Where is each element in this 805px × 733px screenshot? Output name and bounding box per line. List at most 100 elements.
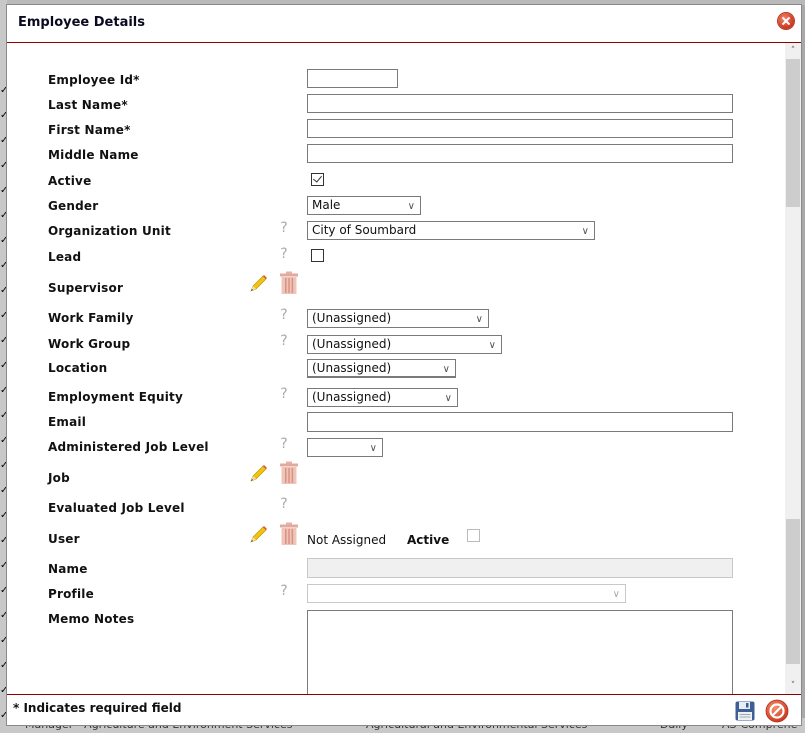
cancel-icon[interactable] — [765, 699, 789, 723]
organization-unit-label: Organization Unit — [48, 224, 171, 238]
name-input[interactable] — [307, 558, 733, 578]
row-administered-job-level: Administered Job Level ? ∨ — [7, 433, 787, 457]
name-label: Name — [48, 562, 88, 576]
user-status: Not Assigned — [307, 533, 387, 547]
organization-unit-value: City of Soumbard — [312, 223, 417, 237]
active-checkbox[interactable] — [311, 173, 324, 186]
chevron-down-icon: ∨ — [407, 201, 415, 212]
row-employment-equity: Employment Equity ? (Unassigned) ∨ — [7, 383, 787, 407]
last-name-input[interactable] — [307, 94, 733, 113]
help-icon[interactable]: ? — [278, 246, 290, 262]
middle-name-label: Middle Name — [48, 148, 139, 162]
required-field-note: * Indicates required field — [13, 701, 182, 715]
employee-details-dialog: Employee Details Employee Id* Last Name*… — [6, 4, 802, 726]
active-label: Active — [48, 174, 92, 188]
gender-label: Gender — [48, 199, 99, 213]
chevron-down-icon: ∨ — [488, 340, 496, 351]
first-name-label: First Name* — [48, 123, 131, 137]
first-name-input[interactable] — [307, 119, 733, 138]
profile-select[interactable]: ∨ — [307, 584, 626, 603]
row-first-name: First Name* — [7, 116, 787, 140]
dialog-title: Employee Details — [18, 15, 145, 30]
row-employee-id: Employee Id* — [7, 66, 787, 90]
dialog-title-bar: Employee Details — [7, 5, 801, 43]
location-value: (Unassigned) — [312, 361, 392, 375]
location-label: Location — [48, 361, 108, 375]
row-last-name: Last Name* — [7, 91, 787, 115]
row-middle-name: Middle Name — [7, 141, 787, 165]
middle-name-input[interactable] — [307, 144, 733, 163]
help-icon[interactable]: ? — [278, 307, 290, 323]
help-icon[interactable]: ? — [278, 436, 290, 452]
administered-job-level-select[interactable]: ∨ — [307, 438, 383, 457]
help-icon[interactable]: ? — [278, 583, 290, 599]
email-input[interactable] — [307, 412, 733, 432]
row-name: Name — [7, 555, 787, 579]
help-icon[interactable]: ? — [278, 333, 290, 349]
chevron-down-icon: ∨ — [442, 364, 450, 375]
administered-job-level-label: Administered Job Level — [48, 440, 209, 454]
row-organization-unit: Organization Unit ? City of Soumbard ∨ — [7, 217, 787, 241]
lead-checkbox[interactable] — [311, 249, 324, 262]
close-icon[interactable] — [778, 13, 794, 29]
scrollbar-thumb[interactable] — [786, 519, 800, 664]
memo-notes-textarea[interactable] — [307, 610, 733, 694]
work-family-label: Work Family — [48, 311, 134, 325]
work-group-select[interactable]: (Unassigned) ∨ — [307, 335, 502, 354]
user-label: User — [48, 532, 80, 546]
row-lead: Lead ? — [7, 243, 787, 267]
user-active-label: Active — [407, 533, 450, 547]
user-active-checkbox[interactable] — [467, 529, 480, 542]
row-active: Active — [7, 167, 787, 191]
employment-equity-value: (Unassigned) — [312, 390, 392, 404]
job-label: Job — [48, 471, 70, 485]
scroll-down-icon[interactable]: ˅ — [785, 678, 801, 694]
row-work-family: Work Family ? (Unassigned) ∨ — [7, 304, 787, 328]
row-email: Email — [7, 408, 787, 432]
row-location: Location (Unassigned) ∨ — [7, 355, 787, 379]
chevron-down-icon: ∨ — [369, 443, 377, 454]
help-icon[interactable]: ? — [278, 386, 290, 402]
employee-id-label: Employee Id* — [48, 73, 140, 87]
help-icon[interactable]: ? — [278, 496, 290, 512]
scrollbar-track-upper[interactable] — [786, 59, 800, 207]
work-group-label: Work Group — [48, 337, 131, 351]
row-job: Job — [7, 459, 787, 485]
gender-select[interactable]: Male ∨ — [307, 196, 421, 215]
employee-id-input[interactable] — [307, 69, 398, 88]
trash-icon[interactable] — [279, 522, 299, 546]
employment-equity-select[interactable]: (Unassigned) ∨ — [307, 388, 458, 407]
email-label: Email — [48, 415, 87, 429]
memo-notes-label: Memo Notes — [48, 612, 135, 626]
row-memo-notes: Memo Notes — [7, 605, 787, 694]
supervisor-label: Supervisor — [48, 281, 124, 295]
row-profile: Profile ? ∨ — [7, 580, 787, 604]
work-family-value: (Unassigned) — [312, 311, 392, 325]
row-work-group: Work Group ? (Unassigned) ∨ — [7, 330, 787, 354]
location-select[interactable]: (Unassigned) ∨ — [307, 359, 456, 378]
trash-icon[interactable] — [279, 271, 299, 295]
row-user: User Not Assigned Active — [7, 520, 787, 547]
chevron-down-icon: ∨ — [581, 226, 589, 237]
chevron-down-icon: ∨ — [612, 589, 620, 600]
lead-label: Lead — [48, 250, 82, 264]
row-evaluated-job-level: Evaluated Job Level ? — [7, 494, 787, 518]
trash-icon[interactable] — [279, 461, 299, 485]
work-family-select[interactable]: (Unassigned) ∨ — [307, 309, 489, 328]
form-scroll-area: Employee Id* Last Name* First Name* Midd… — [7, 43, 801, 694]
pencil-icon[interactable] — [248, 274, 268, 294]
save-icon[interactable] — [735, 701, 755, 721]
dialog-footer: * Indicates required field — [7, 694, 801, 726]
form-scrollbar[interactable]: ˄ ˅ — [785, 43, 801, 694]
pencil-icon[interactable] — [248, 464, 268, 484]
organization-unit-select[interactable]: City of Soumbard ∨ — [307, 221, 595, 240]
scroll-up-icon[interactable]: ˄ — [785, 43, 801, 59]
pencil-icon[interactable] — [248, 525, 268, 545]
help-icon[interactable]: ? — [278, 220, 290, 236]
profile-label: Profile — [48, 587, 94, 601]
row-gender: Gender Male ∨ — [7, 192, 787, 216]
chevron-down-icon: ∨ — [475, 314, 483, 325]
gender-value: Male — [312, 198, 341, 212]
work-group-value: (Unassigned) — [312, 337, 392, 351]
evaluated-job-level-label: Evaluated Job Level — [48, 501, 185, 515]
